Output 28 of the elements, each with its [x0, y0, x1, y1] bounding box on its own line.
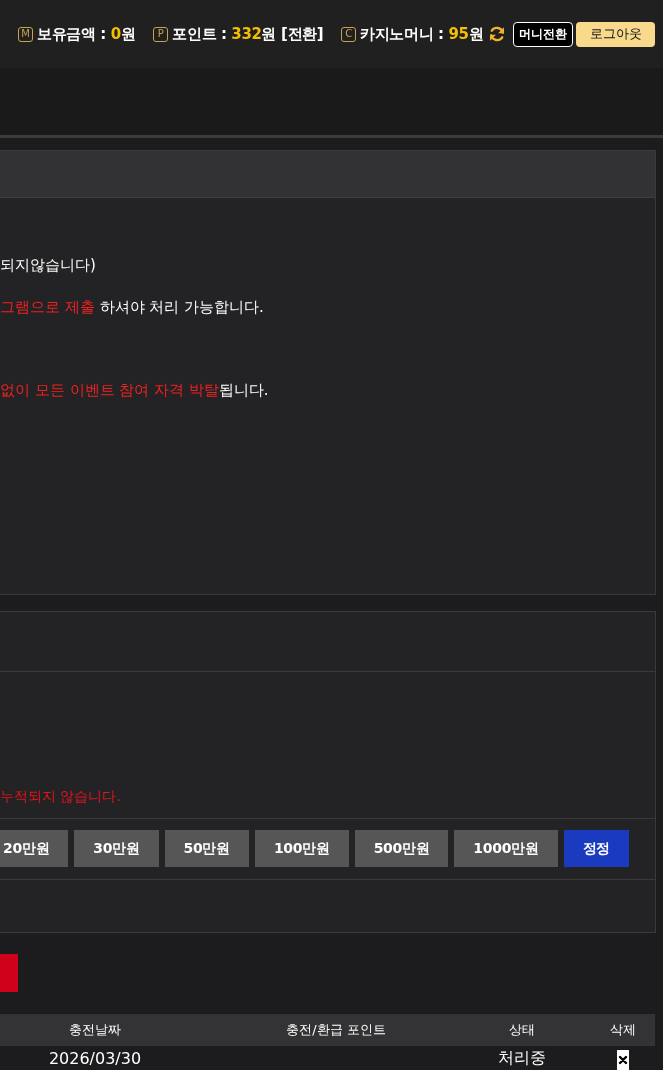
amount-button[interactable]: 50만원 — [164, 830, 249, 867]
currency-badge: C — [341, 26, 357, 42]
currency-badge: M — [18, 26, 33, 42]
column-header: 상태 — [508, 1021, 536, 1039]
balance-text: 보유금액 : 0원 — [37, 24, 136, 44]
column-header: 충전날짜 — [68, 1021, 122, 1039]
balance-text: 카지노머니 : 95원 — [360, 24, 484, 44]
amount-button[interactable]: 500만원 — [354, 830, 449, 867]
table-cell-text: 처리중 — [497, 1047, 547, 1069]
logout-button[interactable]: 로그아웃 — [576, 21, 655, 47]
currency-badge: P — [153, 26, 169, 42]
balance-text: 포인트 : 332원 — [172, 24, 277, 44]
amount-button[interactable]: 100만원 — [254, 830, 349, 867]
column-header: 충전/환급 포인트 — [285, 1021, 387, 1039]
notice-text: 되지않습니다) — [0, 255, 97, 276]
money-convert-button[interactable]: 머니전환 — [513, 21, 574, 47]
amount-button[interactable]: 30만원 — [74, 830, 159, 867]
notice-text: 그램으로 제출 하셔야 처리 가능합니다. — [0, 297, 265, 318]
table-cell-text: 2026/03/30 — [47, 1048, 143, 1068]
notice-text: 누적되지 않습니다. — [0, 787, 122, 806]
refresh-icon[interactable] — [488, 25, 507, 43]
notice-text: 없이 모든 이벤트 참여 자격 박탈됩니다. — [0, 380, 270, 401]
amount-button[interactable]: 1000만원 — [454, 830, 558, 867]
reset-button[interactable]: 정정 — [563, 830, 629, 867]
column-header: 삭제 — [608, 1021, 637, 1039]
convert-link[interactable]: [전환] — [281, 24, 324, 44]
delete-icon[interactable] — [616, 1050, 629, 1070]
amount-button[interactable]: 20만원 — [0, 830, 69, 867]
